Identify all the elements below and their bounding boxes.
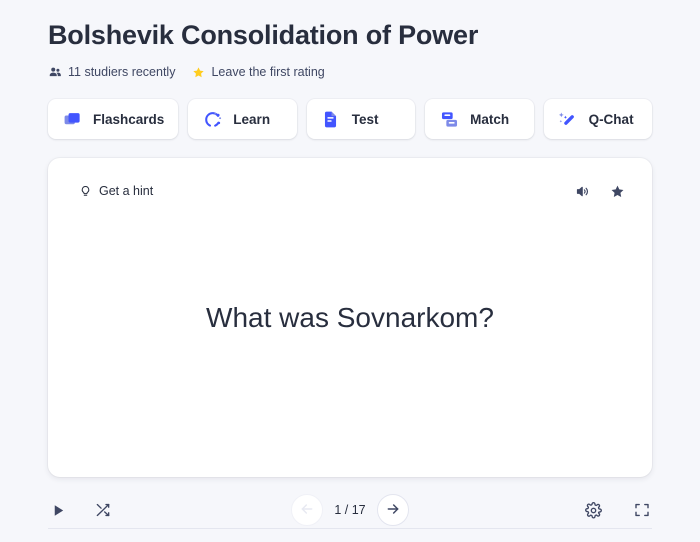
- mode-button-learn[interactable]: Learn: [188, 99, 297, 139]
- gear-icon[interactable]: [583, 500, 603, 520]
- learn-icon: [202, 109, 222, 129]
- studiers-count: 11 studiers recently: [48, 65, 175, 79]
- rating-label: Leave the first rating: [211, 65, 325, 79]
- next-card-button[interactable]: [377, 494, 409, 526]
- lightbulb-icon: [78, 184, 92, 198]
- mode-label-learn: Learn: [233, 111, 271, 127]
- people-icon: [48, 65, 62, 79]
- set-meta-row: 11 studiers recently Leave the first rat…: [48, 63, 652, 81]
- mode-button-flashcards[interactable]: Flashcards: [48, 99, 179, 139]
- mode-button-match[interactable]: Match: [425, 99, 534, 139]
- flashcard-toolbar: 1 / 17: [48, 487, 652, 533]
- study-mode-buttons: Flashcards Learn Test Match Q-Chat: [48, 99, 652, 139]
- fullscreen-icon[interactable]: [632, 500, 652, 520]
- play-icon[interactable]: [48, 500, 68, 520]
- star-icon: [191, 65, 205, 79]
- card-navigation: 1 / 17: [291, 494, 409, 526]
- magic-wand-icon: [558, 109, 578, 129]
- get-a-hint-label: Get a hint: [99, 184, 154, 198]
- star-outline-icon[interactable]: [608, 182, 626, 200]
- toolbar-left-group: [48, 500, 113, 520]
- flashcards-icon: [62, 109, 82, 129]
- mode-button-test[interactable]: Test: [306, 99, 416, 139]
- flashcard-study-page: Bolshevik Consolidation of Power 11 stud…: [0, 0, 700, 542]
- get-a-hint-button[interactable]: Get a hint: [78, 184, 153, 198]
- arrow-right-icon: [385, 501, 401, 520]
- mode-label-test: Test: [351, 111, 379, 127]
- mode-label-q-chat: Q-Chat: [588, 111, 634, 127]
- test-icon: [321, 109, 341, 129]
- card-counter: 1 / 17: [334, 503, 366, 517]
- speaker-icon[interactable]: [573, 182, 591, 200]
- page-title: Bolshevik Consolidation of Power: [48, 20, 479, 50]
- bottom-divider: [48, 528, 652, 529]
- flashcard-term: What was Sovnarkom?: [206, 301, 494, 333]
- toolbar-right-group: [583, 500, 652, 520]
- previous-card-button[interactable]: [291, 494, 323, 526]
- shuffle-icon[interactable]: [93, 500, 113, 520]
- mode-button-q-chat[interactable]: Q-Chat: [543, 99, 652, 139]
- card-tools: [573, 182, 626, 200]
- match-icon: [439, 109, 459, 129]
- mode-label-match: Match: [470, 111, 510, 127]
- flashcard[interactable]: Get a hint What was Sovnarkom?: [48, 158, 652, 477]
- mode-label-flashcards: Flashcards: [93, 111, 165, 127]
- studiers-label: 11 studiers recently: [68, 65, 176, 79]
- arrow-left-icon: [299, 501, 315, 520]
- rating-link[interactable]: Leave the first rating: [191, 65, 325, 79]
